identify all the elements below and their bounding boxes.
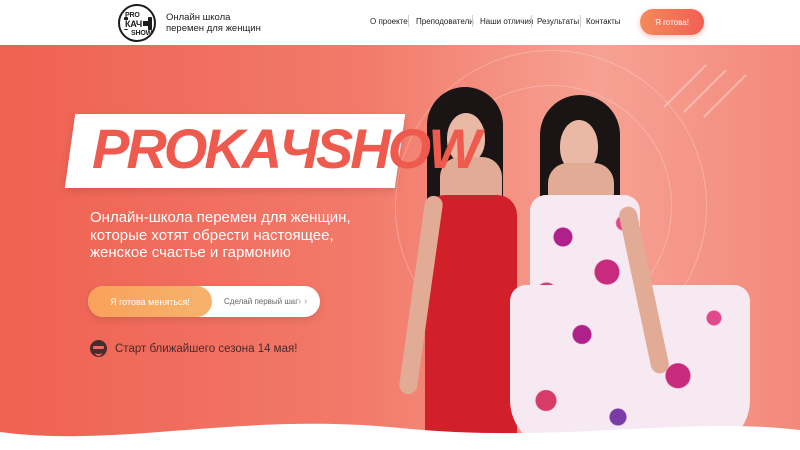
nav-divider [531, 15, 532, 27]
logo-text-show: SHOW [131, 30, 152, 37]
season-start-text: Старт ближайшего сезона 14 мая! [115, 342, 298, 355]
nav-differences[interactable]: Наши отличия [480, 17, 533, 26]
cool-face-icon [90, 340, 107, 357]
nav-divider [472, 15, 473, 27]
first-step-link[interactable]: Сделай первый шаг [224, 286, 298, 317]
logo[interactable]: PRO КАЧ SHOW [118, 4, 156, 42]
nav-divider [408, 15, 409, 27]
nav-results[interactable]: Результаты [537, 17, 579, 26]
chevron-right-icon: › [298, 296, 302, 307]
tagline-line-2: перемен для женщин [166, 23, 261, 34]
ready-to-change-button[interactable]: Я готова меняться! [88, 286, 212, 317]
nav-about[interactable]: О проекте [370, 17, 408, 26]
bottom-wave [0, 423, 800, 450]
nav-divider [580, 15, 581, 27]
nav-contacts[interactable]: Контакты [586, 17, 621, 26]
logo-text-kach: КАЧ [124, 19, 144, 29]
hero-title: PROKAЧSHOW [92, 117, 481, 180]
site-header: PRO КАЧ SHOW Онлайн школа перемен для же… [0, 0, 800, 45]
season-start: Старт ближайшего сезона 14 мая! [90, 340, 297, 357]
chevron-right-icon: › [292, 296, 296, 307]
hero-section: PROKAЧSHOW Онлайн-школа перемен для женщ… [0, 45, 800, 450]
hero-description: Онлайн-школа перемен для женщин, которые… [90, 209, 351, 261]
tagline-line-1: Онлайн школа [166, 12, 231, 23]
chevron-right-icon: › [304, 296, 308, 307]
decor-stripe [663, 64, 707, 108]
decor-stripe [683, 69, 727, 113]
decor-stripe [703, 74, 747, 118]
cta-pill: Я готова меняться! Сделай первый шаг › ›… [88, 286, 320, 317]
header-tagline: Онлайн школа перемен для женщин [166, 12, 261, 34]
ready-button[interactable]: Я готова! [640, 9, 704, 35]
nav-teachers[interactable]: Преподователи [416, 17, 474, 26]
